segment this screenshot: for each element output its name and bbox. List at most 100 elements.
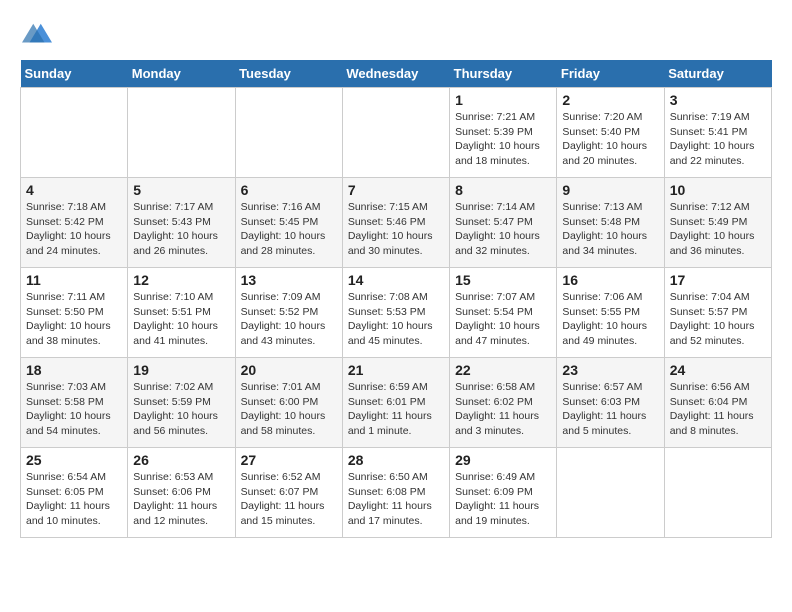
day-number: 2 — [562, 92, 658, 108]
day-number: 9 — [562, 182, 658, 198]
calendar-cell: 16 Sunrise: 7:06 AM Sunset: 5:55 PM Dayli… — [557, 268, 664, 358]
calendar-cell: 7Sunrise: 7:15 AM Sunset: 5:46 PM Daylig… — [342, 178, 449, 268]
day-number: 1 — [455, 92, 551, 108]
day-info: Sunrise: 6:52 AM Sunset: 6:07 PM Dayligh… — [241, 470, 337, 529]
day-number: 25 — [26, 452, 122, 468]
day-number: 21 — [348, 362, 444, 378]
weekday-wednesday: Wednesday — [342, 60, 449, 88]
day-info: Sunrise: 7:15 AM Sunset: 5:46 PM Dayligh… — [348, 200, 444, 259]
calendar-cell: 27 Sunrise: 6:52 AM Sunset: 6:07 PM Dayli… — [235, 448, 342, 538]
weekday-sunday: Sunday — [21, 60, 128, 88]
day-info: Sunrise: 7:21 AM Sunset: 5:39 PM Dayligh… — [455, 110, 551, 169]
day-number: 11 — [26, 272, 122, 288]
week-row-0: 1 Sunrise: 7:21 AM Sunset: 5:39 PM Daylig… — [21, 88, 772, 178]
calendar-cell: 1 Sunrise: 7:21 AM Sunset: 5:39 PM Daylig… — [450, 88, 557, 178]
day-info: Sunrise: 7:03 AM Sunset: 5:58 PM Dayligh… — [26, 380, 122, 439]
calendar-cell: 18Sunrise: 7:03 AM Sunset: 5:58 PM Dayli… — [21, 358, 128, 448]
day-info: Sunrise: 6:56 AM Sunset: 6:04 PM Dayligh… — [670, 380, 766, 439]
calendar-cell: 14 Sunrise: 7:08 AM Sunset: 5:53 PM Dayli… — [342, 268, 449, 358]
calendar-cell: 9 Sunrise: 7:13 AM Sunset: 5:48 PM Daylig… — [557, 178, 664, 268]
week-row-1: 4 Sunrise: 7:18 AM Sunset: 5:42 PM Daylig… — [21, 178, 772, 268]
day-number: 23 — [562, 362, 658, 378]
calendar-cell: 24 Sunrise: 6:56 AM Sunset: 6:04 PM Dayli… — [664, 358, 771, 448]
day-info: Sunrise: 6:49 AM Sunset: 6:09 PM Dayligh… — [455, 470, 551, 529]
day-number: 28 — [348, 452, 444, 468]
day-number: 17 — [670, 272, 766, 288]
calendar-cell: 29 Sunrise: 6:49 AM Sunset: 6:09 PM Dayli… — [450, 448, 557, 538]
day-number: 5 — [133, 182, 229, 198]
day-number: 3 — [670, 92, 766, 108]
day-number: 4 — [26, 182, 122, 198]
day-info: Sunrise: 7:07 AM Sunset: 5:54 PM Dayligh… — [455, 290, 551, 349]
week-row-3: 18Sunrise: 7:03 AM Sunset: 5:58 PM Dayli… — [21, 358, 772, 448]
weekday-monday: Monday — [128, 60, 235, 88]
day-info: Sunrise: 6:54 AM Sunset: 6:05 PM Dayligh… — [26, 470, 122, 529]
calendar-cell — [664, 448, 771, 538]
day-number: 10 — [670, 182, 766, 198]
day-info: Sunrise: 6:59 AM Sunset: 6:01 PM Dayligh… — [348, 380, 444, 439]
day-info: Sunrise: 6:57 AM Sunset: 6:03 PM Dayligh… — [562, 380, 658, 439]
weekday-thursday: Thursday — [450, 60, 557, 88]
day-number: 16 — [562, 272, 658, 288]
day-info: Sunrise: 7:09 AM Sunset: 5:52 PM Dayligh… — [241, 290, 337, 349]
day-info: Sunrise: 7:08 AM Sunset: 5:53 PM Dayligh… — [348, 290, 444, 349]
weekday-friday: Friday — [557, 60, 664, 88]
day-info: Sunrise: 7:02 AM Sunset: 5:59 PM Dayligh… — [133, 380, 229, 439]
calendar-cell: 4 Sunrise: 7:18 AM Sunset: 5:42 PM Daylig… — [21, 178, 128, 268]
day-info: Sunrise: 7:19 AM Sunset: 5:41 PM Dayligh… — [670, 110, 766, 169]
calendar-cell: 12 Sunrise: 7:10 AM Sunset: 5:51 PM Dayli… — [128, 268, 235, 358]
calendar-cell — [21, 88, 128, 178]
week-row-4: 25 Sunrise: 6:54 AM Sunset: 6:05 PM Dayli… — [21, 448, 772, 538]
calendar-cell: 26 Sunrise: 6:53 AM Sunset: 6:06 PM Dayli… — [128, 448, 235, 538]
day-number: 24 — [670, 362, 766, 378]
day-number: 29 — [455, 452, 551, 468]
calendar-cell: 17 Sunrise: 7:04 AM Sunset: 5:57 PM Dayli… — [664, 268, 771, 358]
day-number: 27 — [241, 452, 337, 468]
calendar-cell: 25 Sunrise: 6:54 AM Sunset: 6:05 PM Dayli… — [21, 448, 128, 538]
calendar-cell — [235, 88, 342, 178]
logo-icon — [22, 20, 52, 50]
day-number: 26 — [133, 452, 229, 468]
day-number: 13 — [241, 272, 337, 288]
day-info: Sunrise: 7:06 AM Sunset: 5:55 PM Dayligh… — [562, 290, 658, 349]
day-number: 8 — [455, 182, 551, 198]
day-number: 22 — [455, 362, 551, 378]
day-info: Sunrise: 7:12 AM Sunset: 5:49 PM Dayligh… — [670, 200, 766, 259]
day-info: Sunrise: 7:11 AM Sunset: 5:50 PM Dayligh… — [26, 290, 122, 349]
calendar-cell: 23 Sunrise: 6:57 AM Sunset: 6:03 PM Dayli… — [557, 358, 664, 448]
day-number: 12 — [133, 272, 229, 288]
calendar-cell — [342, 88, 449, 178]
calendar-cell: 22 Sunrise: 6:58 AM Sunset: 6:02 PM Dayli… — [450, 358, 557, 448]
calendar-cell: 10 Sunrise: 7:12 AM Sunset: 5:49 PM Dayli… — [664, 178, 771, 268]
day-info: Sunrise: 7:16 AM Sunset: 5:45 PM Dayligh… — [241, 200, 337, 259]
calendar-cell: 5 Sunrise: 7:17 AM Sunset: 5:43 PM Daylig… — [128, 178, 235, 268]
week-row-2: 11 Sunrise: 7:11 AM Sunset: 5:50 PM Dayli… — [21, 268, 772, 358]
day-info: Sunrise: 6:58 AM Sunset: 6:02 PM Dayligh… — [455, 380, 551, 439]
calendar-cell — [557, 448, 664, 538]
calendar-cell: 19 Sunrise: 7:02 AM Sunset: 5:59 PM Dayli… — [128, 358, 235, 448]
day-number: 15 — [455, 272, 551, 288]
day-info: Sunrise: 7:17 AM Sunset: 5:43 PM Dayligh… — [133, 200, 229, 259]
calendar-cell: 15 Sunrise: 7:07 AM Sunset: 5:54 PM Dayli… — [450, 268, 557, 358]
weekday-tuesday: Tuesday — [235, 60, 342, 88]
calendar-cell: 20 Sunrise: 7:01 AM Sunset: 6:00 PM Dayli… — [235, 358, 342, 448]
day-info: Sunrise: 7:20 AM Sunset: 5:40 PM Dayligh… — [562, 110, 658, 169]
day-number: 19 — [133, 362, 229, 378]
day-info: Sunrise: 7:18 AM Sunset: 5:42 PM Dayligh… — [26, 200, 122, 259]
logo — [20, 20, 52, 50]
day-info: Sunrise: 7:01 AM Sunset: 6:00 PM Dayligh… — [241, 380, 337, 439]
day-number: 6 — [241, 182, 337, 198]
calendar-cell: 3 Sunrise: 7:19 AM Sunset: 5:41 PM Daylig… — [664, 88, 771, 178]
day-number: 14 — [348, 272, 444, 288]
calendar-cell — [128, 88, 235, 178]
day-info: Sunrise: 7:10 AM Sunset: 5:51 PM Dayligh… — [133, 290, 229, 349]
calendar-cell: 2 Sunrise: 7:20 AM Sunset: 5:40 PM Daylig… — [557, 88, 664, 178]
day-info: Sunrise: 7:13 AM Sunset: 5:48 PM Dayligh… — [562, 200, 658, 259]
weekday-header-row: SundayMondayTuesdayWednesdayThursdayFrid… — [21, 60, 772, 88]
day-info: Sunrise: 6:53 AM Sunset: 6:06 PM Dayligh… — [133, 470, 229, 529]
day-info: Sunrise: 7:04 AM Sunset: 5:57 PM Dayligh… — [670, 290, 766, 349]
weekday-saturday: Saturday — [664, 60, 771, 88]
day-number: 20 — [241, 362, 337, 378]
calendar-cell: 21 Sunrise: 6:59 AM Sunset: 6:01 PM Dayli… — [342, 358, 449, 448]
day-info: Sunrise: 6:50 AM Sunset: 6:08 PM Dayligh… — [348, 470, 444, 529]
